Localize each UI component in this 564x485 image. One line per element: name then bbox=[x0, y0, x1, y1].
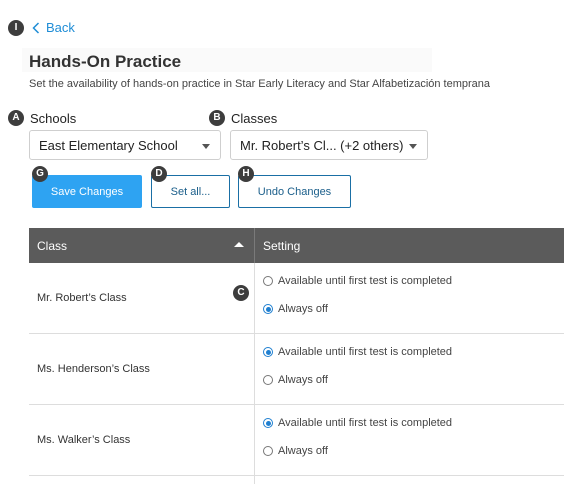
radio-label: Available until first test is completed bbox=[278, 275, 453, 287]
save-changes-button[interactable]: Save Changes bbox=[32, 175, 142, 208]
chevron-left-icon bbox=[32, 21, 40, 34]
classes-label: Classes bbox=[231, 111, 278, 126]
undo-changes-button[interactable]: Undo Changes bbox=[238, 175, 351, 208]
chevron-down-icon bbox=[202, 144, 210, 149]
annotation-badge-d: D bbox=[151, 166, 167, 182]
annotation-badge-c: C bbox=[233, 285, 249, 301]
radio-button[interactable] bbox=[263, 418, 273, 428]
setting-cell: Available until first test is completed … bbox=[255, 334, 564, 404]
chevron-down-icon bbox=[409, 144, 417, 149]
annotation-badge-b: B bbox=[209, 110, 225, 126]
class-name: Mr. Robert’s Class bbox=[29, 263, 255, 333]
schools-select-value: East Elementary School bbox=[39, 137, 178, 153]
radio-button[interactable] bbox=[263, 446, 273, 456]
radio-option-always-off[interactable]: Always off bbox=[263, 373, 564, 387]
setting-header-label: Setting bbox=[263, 238, 301, 253]
class-cell-partial bbox=[29, 476, 255, 484]
page-subtitle: Set the availability of hands-on practic… bbox=[29, 78, 491, 90]
table-header: Class Setting bbox=[29, 228, 564, 263]
class-name: Ms. Walker’s Class bbox=[29, 405, 255, 475]
radio-option-always-off[interactable]: Always off bbox=[263, 444, 564, 458]
radio-button[interactable] bbox=[263, 304, 273, 314]
page-title: Hands-On Practice bbox=[29, 52, 182, 71]
radio-button[interactable] bbox=[263, 276, 273, 286]
class-header-label: Class bbox=[37, 238, 68, 253]
radio-option-available[interactable]: Available until first test is completed bbox=[263, 274, 564, 288]
class-name: Ms. Henderson’s Class bbox=[29, 334, 255, 404]
class-column-header[interactable]: Class bbox=[29, 228, 255, 263]
radio-label: Available until first test is completed bbox=[278, 346, 453, 358]
radio-option-always-off[interactable]: Always off bbox=[263, 302, 564, 316]
classes-select[interactable]: Mr. Robert’s Cl... (+2 others) bbox=[230, 130, 428, 160]
annotation-badge-g: G bbox=[32, 166, 48, 182]
back-link[interactable]: Back bbox=[32, 20, 75, 35]
radio-label: Always off bbox=[278, 445, 328, 457]
table-row-partial bbox=[29, 476, 564, 484]
radio-button[interactable] bbox=[263, 375, 273, 385]
annotation-badge-a: A bbox=[8, 110, 24, 126]
annotation-badge-i: I bbox=[8, 20, 24, 36]
table-row: Ms. Walker’s Class Available until first… bbox=[29, 405, 564, 476]
class-settings-table: Class Setting Mr. Robert’s Class Availab… bbox=[29, 228, 564, 484]
table-row: Ms. Henderson’s Class Available until fi… bbox=[29, 334, 564, 405]
table-row: Mr. Robert’s Class Available until first… bbox=[29, 263, 564, 334]
radio-label: Always off bbox=[278, 303, 328, 315]
radio-option-available[interactable]: Available until first test is completed bbox=[263, 416, 564, 430]
radio-label: Available until first test is completed bbox=[278, 417, 453, 429]
setting-column-header: Setting bbox=[255, 228, 564, 263]
radio-button[interactable] bbox=[263, 347, 273, 357]
radio-option-available[interactable]: Available until first test is completed bbox=[263, 345, 564, 359]
setting-cell: Available until first test is completed … bbox=[255, 263, 564, 333]
setting-cell: Available until first test is completed … bbox=[255, 405, 564, 475]
radio-label: Always off bbox=[278, 374, 328, 386]
schools-select[interactable]: East Elementary School bbox=[29, 130, 221, 160]
annotation-badge-h: H bbox=[238, 166, 254, 182]
sort-ascending-icon bbox=[234, 242, 244, 247]
schools-label: Schools bbox=[30, 111, 77, 126]
back-label: Back bbox=[46, 20, 75, 35]
classes-select-value: Mr. Robert’s Cl... (+2 others) bbox=[240, 137, 404, 153]
